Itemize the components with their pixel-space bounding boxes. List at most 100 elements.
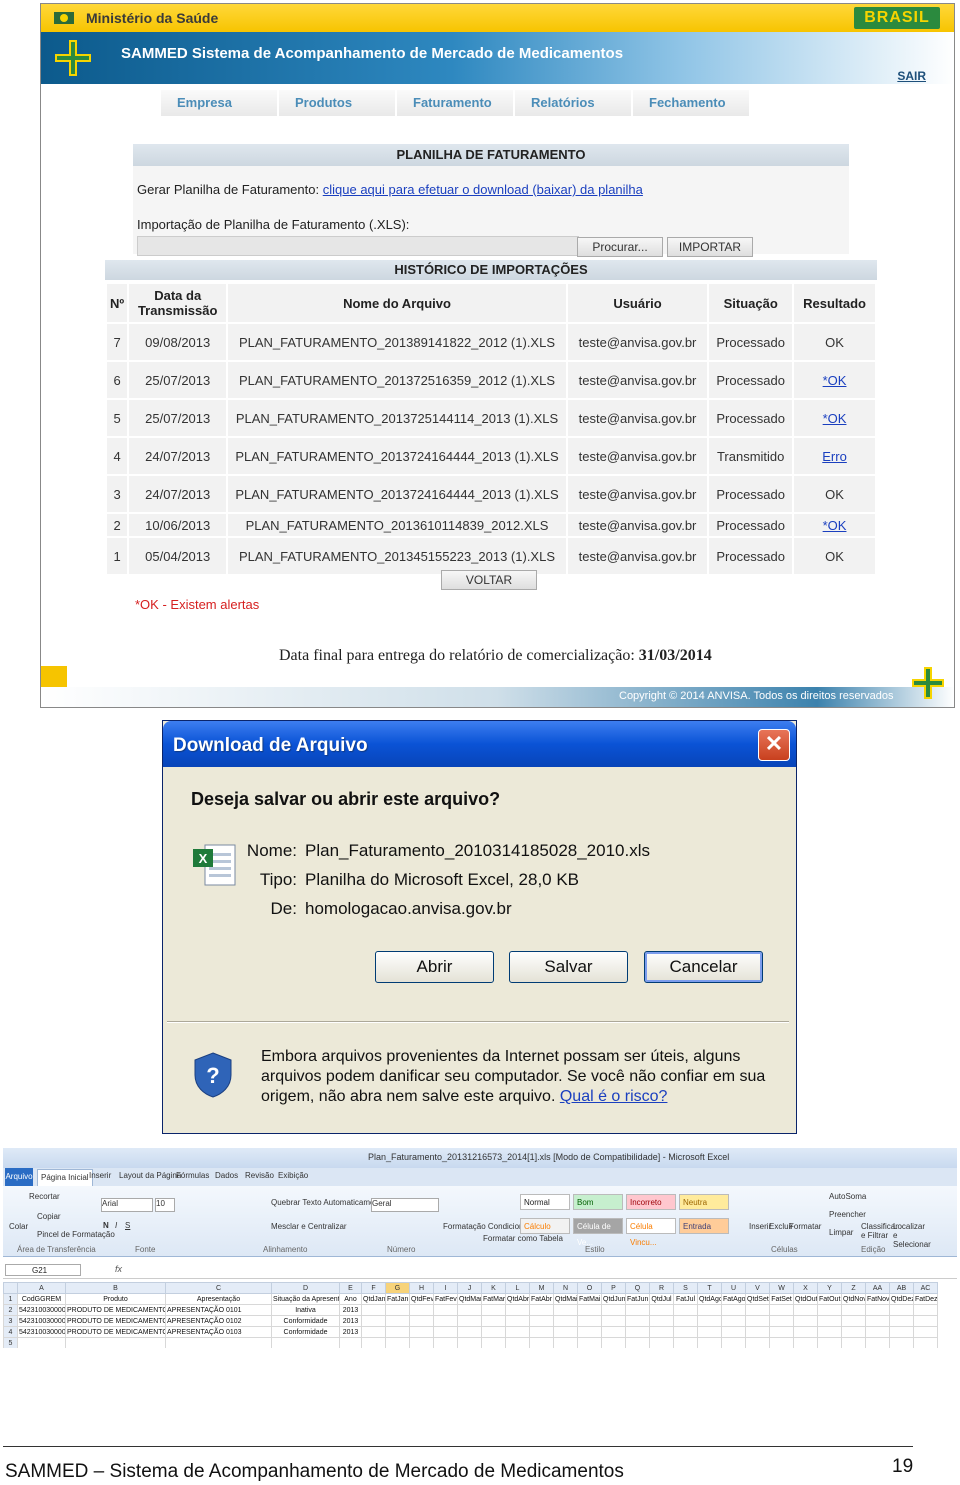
tab-layout[interactable]: Layout da Página <box>119 1171 181 1180</box>
cell[interactable] <box>769 1304 794 1316</box>
cell[interactable] <box>649 1337 674 1348</box>
name-box[interactable]: G21 <box>5 1264 81 1276</box>
cell[interactable] <box>913 1337 938 1348</box>
column-header[interactable]: G <box>385 1282 410 1294</box>
column-header[interactable]: Y <box>817 1282 842 1294</box>
column-header[interactable]: AC <box>913 1282 938 1294</box>
cell[interactable]: CodGGREM <box>17 1293 66 1305</box>
cell[interactable]: FatJan <box>385 1293 410 1305</box>
cell[interactable] <box>673 1304 698 1316</box>
cell[interactable]: Ano <box>339 1293 362 1305</box>
tab-formulas[interactable]: Fórmulas <box>176 1171 209 1180</box>
row-result-link[interactable]: Erro <box>794 438 875 474</box>
cell[interactable]: 542310030000103 <box>17 1326 66 1338</box>
cell[interactable] <box>793 1304 818 1316</box>
cell[interactable] <box>721 1326 746 1338</box>
cell[interactable] <box>505 1337 530 1348</box>
style-bom[interactable]: Bom <box>573 1194 623 1210</box>
sort-filter-button[interactable]: Classificar e Filtrar <box>861 1222 898 1240</box>
tab-exibicao[interactable]: Exibição <box>278 1171 308 1180</box>
cell[interactable]: FatJun <box>625 1293 650 1305</box>
cell[interactable] <box>841 1337 866 1348</box>
cell[interactable] <box>745 1304 770 1316</box>
cell[interactable] <box>577 1337 602 1348</box>
cell[interactable] <box>817 1326 842 1338</box>
cell[interactable] <box>601 1315 626 1327</box>
cell[interactable] <box>553 1304 578 1316</box>
find-select-button[interactable]: Localizar e Selecionar <box>893 1222 931 1249</box>
style-calculo[interactable]: Cálculo <box>520 1218 570 1234</box>
column-header[interactable]: J <box>457 1282 482 1294</box>
cell[interactable]: FatAbr <box>529 1293 554 1305</box>
cell[interactable] <box>769 1337 794 1348</box>
cell[interactable] <box>409 1326 434 1338</box>
cell[interactable] <box>625 1315 650 1327</box>
column-header[interactable]: U <box>721 1282 746 1294</box>
tab-pagina-inicial[interactable]: Página Inicial <box>37 1169 93 1186</box>
autosum-button[interactable]: AutoSoma <box>829 1192 866 1201</box>
cell[interactable] <box>271 1337 340 1348</box>
tab-revisao[interactable]: Revisão <box>245 1171 274 1180</box>
cell[interactable]: 542310030000003 <box>17 1315 66 1327</box>
fx-icon[interactable]: fx <box>115 1264 122 1274</box>
cell[interactable]: FatOut <box>817 1293 842 1305</box>
cell[interactable]: 2013 <box>339 1315 362 1327</box>
tab-dados[interactable]: Dados <box>215 1171 238 1180</box>
cell[interactable]: QtdAgo <box>697 1293 722 1305</box>
cell[interactable]: PRODUTO DE MEDICAMENTO PARA TESTE <box>65 1326 166 1338</box>
style-incorreto[interactable]: Incorreto <box>626 1194 676 1210</box>
cell[interactable] <box>601 1304 626 1316</box>
cell[interactable] <box>889 1315 914 1327</box>
cell[interactable] <box>339 1337 362 1348</box>
cell[interactable] <box>889 1337 914 1348</box>
cell[interactable]: 2013 <box>339 1304 362 1316</box>
menu-faturamento[interactable]: Faturamento <box>397 90 515 116</box>
cell[interactable]: QtdNov <box>841 1293 866 1305</box>
cell[interactable]: PRODUTO DE MEDICAMENTO PARA TESTE <box>65 1304 166 1316</box>
conditional-format-button[interactable]: Formatação Condicional <box>443 1222 530 1231</box>
style-neutra[interactable]: Neutra <box>679 1194 729 1210</box>
close-button[interactable]: ✕ <box>758 729 790 761</box>
cell[interactable] <box>361 1304 386 1316</box>
cell[interactable] <box>481 1337 506 1348</box>
tab-inserir[interactable]: Inserir <box>89 1171 111 1180</box>
column-header[interactable]: Q <box>625 1282 650 1294</box>
cell[interactable]: QtdJan <box>361 1293 386 1305</box>
cell[interactable] <box>601 1337 626 1348</box>
column-header[interactable]: P <box>601 1282 626 1294</box>
risk-link[interactable]: Qual é o risco? <box>560 1088 668 1105</box>
row-header[interactable]: 1 <box>3 1293 18 1305</box>
cell[interactable] <box>529 1326 554 1338</box>
cell[interactable]: FatJul <box>673 1293 698 1305</box>
clear-button[interactable]: Limpar <box>829 1228 853 1237</box>
cell[interactable] <box>625 1304 650 1316</box>
cell[interactable]: QtdFev <box>409 1293 434 1305</box>
browse-button[interactable]: Procurar... <box>577 237 663 257</box>
fill-button[interactable]: Preencher <box>829 1210 866 1219</box>
cell[interactable] <box>457 1337 482 1348</box>
row-header[interactable]: 4 <box>3 1326 18 1338</box>
cancel-button[interactable]: Cancelar <box>644 951 763 983</box>
cell[interactable] <box>817 1337 842 1348</box>
column-header[interactable]: I <box>433 1282 458 1294</box>
column-header[interactable]: A <box>17 1282 66 1294</box>
cell[interactable] <box>385 1326 410 1338</box>
cell[interactable]: Produto <box>65 1293 166 1305</box>
cell[interactable] <box>505 1326 530 1338</box>
cell[interactable]: QtdMar <box>457 1293 482 1305</box>
cell[interactable] <box>721 1304 746 1316</box>
cell[interactable]: FatFev <box>433 1293 458 1305</box>
cell[interactable]: Conformidade <box>271 1326 340 1338</box>
bold-button[interactable]: N <box>103 1221 109 1230</box>
style-celula-vinculada[interactable]: Célula Vincu... <box>626 1218 676 1247</box>
cell[interactable]: Situação da Apresentação <box>271 1293 340 1305</box>
cell[interactable]: FatSet <box>769 1293 794 1305</box>
tab-arquivo[interactable]: Arquivo <box>5 1168 33 1186</box>
column-header[interactable]: L <box>505 1282 530 1294</box>
cell[interactable] <box>841 1315 866 1327</box>
cell[interactable]: Inativa <box>271 1304 340 1316</box>
cell[interactable] <box>769 1315 794 1327</box>
cell[interactable] <box>457 1304 482 1316</box>
cell[interactable]: FatNov <box>865 1293 890 1305</box>
format-table-button[interactable]: Formatar como Tabela <box>483 1234 563 1243</box>
